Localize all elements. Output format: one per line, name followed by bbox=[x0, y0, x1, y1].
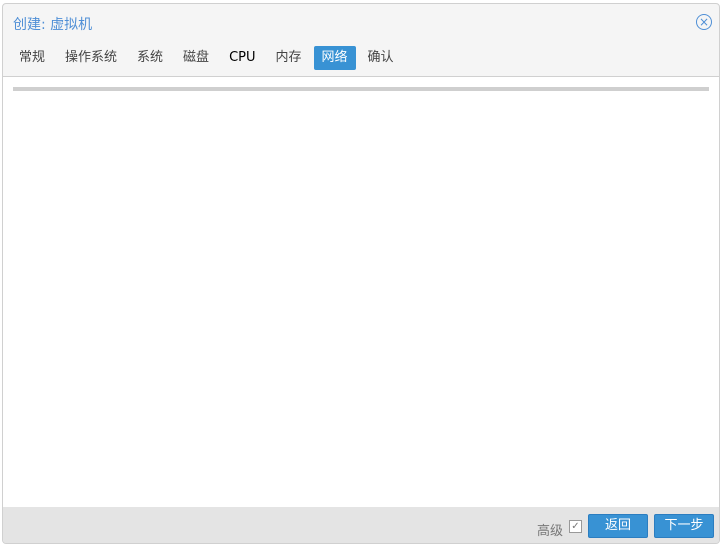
create-vm-dialog: 创建: 虚拟机 × 常规 操作系统 系统 磁盘 CPU 内存 网络 确认 高级 … bbox=[2, 3, 720, 544]
tab-system[interactable]: 系统 bbox=[129, 46, 171, 70]
advanced-label: 高级 bbox=[537, 524, 564, 539]
dialog-footer: 高级 ✓ 返回 下一步 bbox=[3, 507, 719, 543]
loading-bar bbox=[13, 87, 709, 91]
tab-memory[interactable]: 内存 bbox=[268, 46, 310, 70]
next-button[interactable]: 下一步 bbox=[654, 514, 714, 538]
tab-content bbox=[3, 76, 719, 508]
tab-bar: 常规 操作系统 系统 磁盘 CPU 内存 网络 确认 bbox=[11, 46, 402, 70]
tab-disk[interactable]: 磁盘 bbox=[175, 46, 217, 70]
back-button[interactable]: 返回 bbox=[588, 514, 648, 538]
tab-cpu[interactable]: CPU bbox=[221, 46, 263, 70]
tab-os[interactable]: 操作系统 bbox=[57, 46, 125, 70]
advanced-checkbox[interactable]: ✓ bbox=[569, 520, 582, 533]
tab-general[interactable]: 常规 bbox=[11, 46, 53, 70]
dialog-title: 创建: 虚拟机 bbox=[13, 17, 93, 33]
tab-network[interactable]: 网络 bbox=[313, 46, 356, 70]
tab-confirm[interactable]: 确认 bbox=[360, 46, 402, 70]
close-icon[interactable]: × bbox=[696, 14, 712, 30]
